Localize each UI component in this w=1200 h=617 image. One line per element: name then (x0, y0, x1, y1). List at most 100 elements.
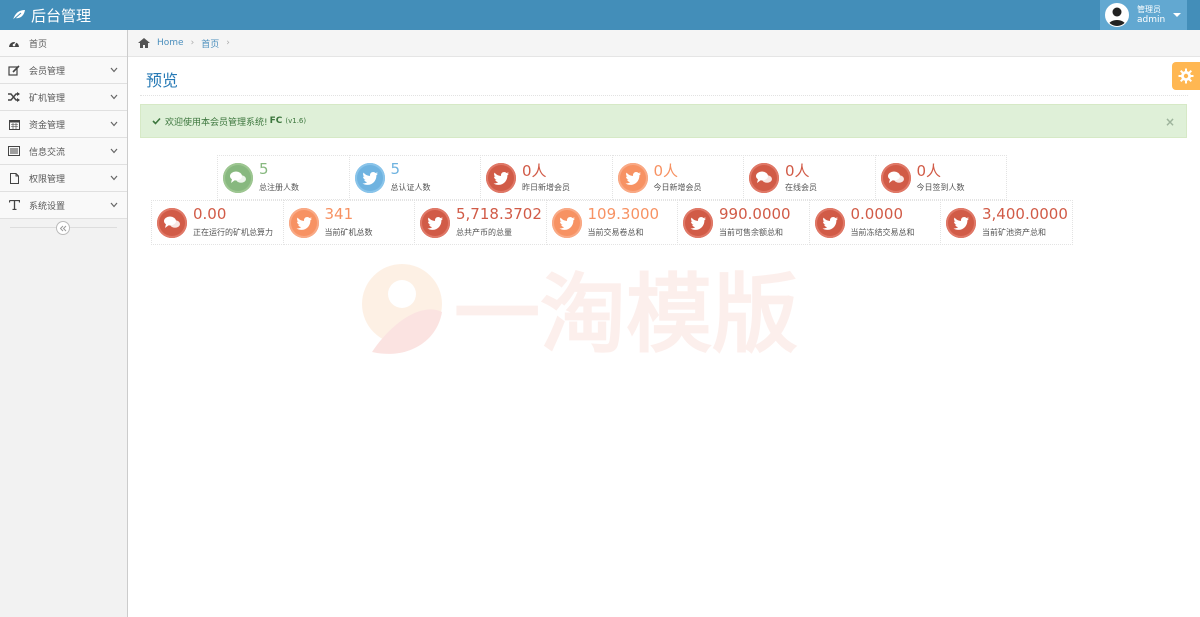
alert-strong: FC (269, 116, 283, 126)
ace-settings-button[interactable] (1172, 62, 1200, 90)
stat-box-row1-0: 5 总注册人数 (217, 155, 350, 200)
breadcrumb-current[interactable]: 首页 (201, 37, 219, 50)
stat-box-row2-5: 0.0000 当前冻结交易总和 (808, 200, 941, 245)
avatar (1105, 3, 1129, 27)
user-menu[interactable]: 管理员 admin (1100, 0, 1187, 30)
text-icon (7, 200, 21, 210)
twitter-icon (946, 208, 976, 238)
twitter-icon (486, 163, 516, 193)
stat-box-row2-1: 341 当前矿机总数 (282, 200, 415, 245)
stat-box-row2-4: 990.0000 当前可售余额总和 (677, 200, 810, 245)
watermark-logo: 一淘模版 (362, 264, 798, 360)
stat-value: 5 (390, 160, 401, 178)
sidebar-collapse-button[interactable] (56, 221, 70, 235)
stat-label: 当前交易卷总和 (587, 228, 644, 237)
brand-title: 后台管理 (31, 6, 92, 25)
list-alt-icon (7, 146, 21, 156)
stat-box-row2-6: 3,400.0000 当前矿池资产总和 (940, 200, 1073, 245)
chevron-down-icon (110, 94, 118, 100)
home-icon (138, 38, 150, 48)
twitter-icon (683, 208, 713, 238)
random-icon (7, 92, 21, 102)
stat-value: 5 (259, 160, 269, 178)
sidebar-item-label: 首页 (29, 39, 48, 50)
tachometer-icon (7, 38, 21, 48)
sidebar-collapse (0, 219, 127, 237)
sidebar-item-members[interactable]: 会员管理 (0, 57, 127, 84)
sidebar-item-label: 矿机管理 (29, 93, 66, 104)
chevron-down-icon (110, 202, 118, 208)
stat-value: 0.00 (193, 205, 227, 223)
stat-label: 总共产币的总量 (456, 228, 512, 237)
sidebar-item-label: 会员管理 (29, 66, 66, 77)
stat-value: 0人 (785, 162, 810, 180)
stat-label: 在线会员 (785, 183, 817, 192)
comments-icon (157, 208, 187, 238)
stat-label: 总认证人数 (390, 183, 431, 192)
watermark-text: 一淘模版 (454, 265, 798, 360)
breadcrumb-home[interactable]: Home (157, 38, 184, 48)
sidebar-item-miners[interactable]: 矿机管理 (0, 84, 127, 111)
welcome-alert: 欢迎使用本会员管理系统! FC (v1.6) × (140, 104, 1187, 138)
alert-version: (v1.6) (285, 117, 307, 125)
breadcrumb: Home › 首页 › (128, 30, 1200, 57)
stat-value: 0人 (653, 162, 679, 180)
stat-value: 109.3000 (587, 205, 660, 223)
stat-box-row1-2: 0人昨日新增会员 (480, 155, 613, 200)
sidebar-item-home[interactable]: 首页 (0, 30, 127, 57)
twitter-icon (551, 208, 582, 238)
stat-value: 5,718.3702 (456, 205, 542, 223)
sidebar-item-funds[interactable]: 资金管理 (0, 111, 127, 138)
page-title: 预览 (146, 71, 179, 90)
breadcrumb-separator-icon: › (190, 38, 195, 48)
twitter-icon (354, 163, 385, 193)
user-role: 管理员 (1137, 5, 1161, 14)
stat-label: 当前矿机总数 (324, 228, 373, 237)
stat-label: 昨日新增会员 (522, 183, 570, 192)
edit-icon (7, 64, 21, 76)
brand[interactable]: 后台管理 (12, 4, 91, 26)
top-navbar: 后台管理 管理员 admin (0, 0, 1200, 30)
user-name: admin (1137, 15, 1166, 25)
stat-label: 当前冻结交易总和 (850, 228, 915, 237)
stat-value: 341 (324, 205, 354, 223)
sidebar-item-permissions[interactable]: 权限管理 (0, 165, 127, 192)
stat-value: 0.0000 (850, 205, 904, 223)
page-header: 预览 (140, 57, 1188, 96)
stat-box-row2-0: 0.00 正在运行的矿机总算力 (151, 200, 284, 245)
stat-label: 总注册人数 (259, 183, 299, 192)
stat-value: 0人 (522, 162, 547, 180)
stat-label: 当前可售余额总和 (719, 228, 783, 237)
leaf-icon (12, 10, 25, 21)
check-icon (152, 117, 161, 125)
caret-down-icon (1173, 13, 1181, 17)
close-icon[interactable]: × (1165, 115, 1175, 129)
sidebar: 首页 会员管理 矿机管理 资金管理 信息交流 权限管理 系统设置 (0, 30, 128, 617)
gear-icon (1178, 68, 1194, 84)
twitter-icon (814, 208, 845, 238)
sidebar-item-messages[interactable]: 信息交流 (0, 138, 127, 165)
chevron-down-icon (110, 121, 118, 127)
calendar-icon (7, 119, 21, 130)
alert-text: 欢迎使用本会员管理系统! (165, 117, 268, 128)
sidebar-item-settings[interactable]: 系统设置 (0, 192, 127, 219)
comments-icon (880, 163, 911, 193)
twitter-icon (420, 208, 450, 238)
double-angle-left-icon (59, 225, 67, 231)
stat-box-row2-3: 109.3000 当前交易卷总和 (545, 200, 678, 245)
chevron-down-icon (110, 67, 118, 73)
stat-box-row2-2: 5,718.3702 总共产币的总量 (414, 200, 547, 245)
stat-box-row1-5: 0人 今日签到人数 (874, 155, 1007, 200)
stat-label: 今日新增会员 (653, 183, 702, 192)
comments-icon (223, 163, 253, 193)
breadcrumb-separator-icon: › (226, 38, 230, 48)
stat-value: 0人 (916, 162, 942, 180)
chevron-down-icon (110, 148, 118, 154)
twitter-icon (617, 163, 648, 193)
twitter-icon (288, 208, 319, 238)
sidebar-item-label: 资金管理 (29, 120, 66, 131)
sidebar-item-label: 权限管理 (29, 174, 66, 185)
stat-value: 990.0000 (719, 205, 791, 223)
sidebar-item-label: 信息交流 (29, 147, 66, 158)
sidebar-item-label: 系统设置 (29, 201, 66, 212)
